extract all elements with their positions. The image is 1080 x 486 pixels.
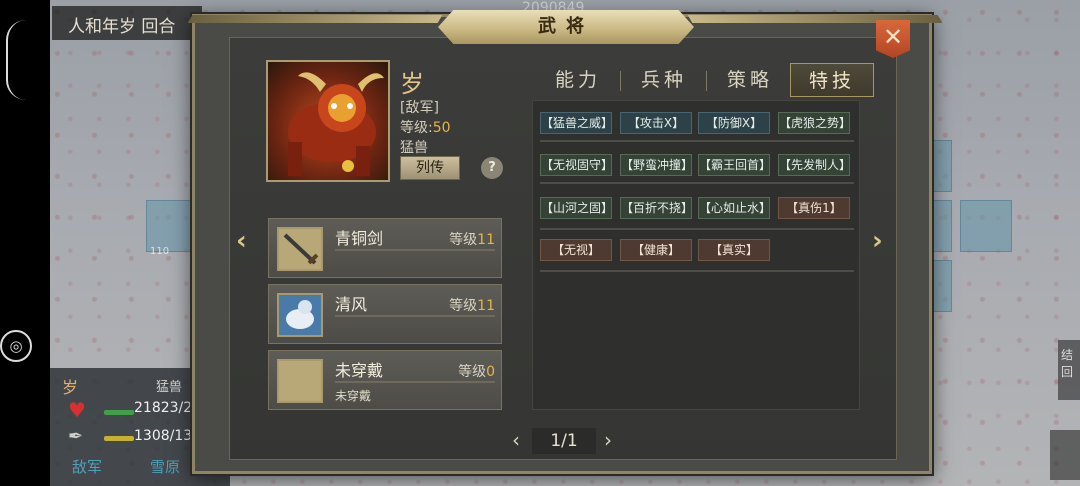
next-general-arrow[interactable]: ›: [872, 226, 883, 256]
unit-terrain: 雪原: [150, 458, 181, 476]
skill-tag[interactable]: 【防御X】: [698, 112, 770, 134]
page-indicator: 1/1: [532, 428, 596, 454]
tab-special-skill[interactable]: 特技: [790, 63, 874, 97]
equipment-name: 青铜剑: [335, 229, 384, 248]
hero-name: 岁: [400, 70, 424, 98]
tab-ability[interactable]: 能力: [538, 63, 618, 97]
title-ornament-left: [187, 15, 443, 23]
page-next-arrow[interactable]: ›: [604, 428, 612, 452]
dialog-title: 武将: [438, 10, 694, 44]
equipment-level: 等级0: [458, 364, 495, 380]
skill-tag[interactable]: 【山河之固】: [540, 197, 613, 219]
hero-level: 等级:50: [400, 117, 451, 137]
mp-bar: [104, 436, 134, 441]
skill-tag[interactable]: 【真伤1】: [778, 197, 850, 219]
equipment-name: 未穿戴: [335, 361, 384, 380]
unit-faction: 敌军: [72, 458, 103, 476]
skill-tag[interactable]: 【健康】: [620, 239, 692, 261]
hero-type: 猛兽: [400, 140, 428, 156]
prev-general-arrow[interactable]: ‹: [236, 226, 247, 256]
skill-tag[interactable]: 【无视固守】: [540, 154, 613, 176]
equipment-exp-bar: [335, 381, 495, 383]
left-system-bar: ◎: [0, 0, 50, 486]
horse-icon: [277, 293, 323, 337]
feather-icon: ✒: [68, 426, 84, 447]
biography-button[interactable]: 列传: [400, 156, 460, 180]
equipment-level: 等级11: [449, 298, 495, 314]
hero-level-label: 等级:: [400, 120, 433, 136]
end-turn-button[interactable]: 结回: [1058, 340, 1080, 400]
skill-tag[interactable]: 【真实】: [698, 239, 770, 261]
unit-type: 猛兽: [156, 380, 183, 395]
equipment-level: 等级11: [449, 232, 495, 248]
tab-strategy[interactable]: 策略: [710, 63, 790, 97]
equipment-status: 未穿戴: [335, 389, 372, 403]
page-prev-arrow[interactable]: ‹: [512, 428, 520, 452]
help-button[interactable]: ?: [481, 157, 503, 179]
hero-level-value: 50: [432, 120, 451, 136]
tab-bar: 能力 兵种 策略 特技: [534, 63, 874, 97]
map-tile: [960, 200, 1012, 252]
skill-row-divider: [540, 228, 854, 230]
map-tile: [146, 200, 198, 252]
skill-tag[interactable]: 【先发制人】: [778, 154, 851, 176]
skill-row-divider: [540, 270, 854, 272]
tab-troop-type[interactable]: 兵种: [624, 63, 704, 97]
beast-portrait-icon: [288, 72, 384, 176]
equipment-name: 清风: [335, 295, 368, 314]
skill-row-divider: [540, 182, 854, 184]
close-x-icon: ✕: [882, 23, 904, 51]
hero-portrait: [266, 60, 390, 182]
tab-divider: [706, 71, 707, 91]
skill-tag[interactable]: 【百折不挠】: [620, 197, 693, 219]
equipment-slot-armor[interactable]: 未穿戴 等级0 未穿戴: [268, 350, 502, 410]
menu-edge-button[interactable]: [1050, 430, 1080, 480]
bracket-icon: [6, 20, 32, 100]
skill-tag[interactable]: 【霸王回首】: [698, 154, 771, 176]
unit-name: 岁: [62, 378, 79, 397]
hero-faction: [敌军]: [400, 100, 439, 116]
hp-bar: [104, 410, 134, 415]
bronze-sword-icon: [277, 227, 323, 271]
skill-row-divider: [540, 140, 854, 142]
skill-tag[interactable]: 【心如止水】: [698, 197, 771, 219]
heart-icon: ♥: [68, 398, 86, 422]
equipment-exp-bar: [335, 315, 495, 317]
tab-divider: [620, 71, 621, 91]
skill-tag[interactable]: 【虎狼之势】: [778, 112, 851, 134]
empty-slot-icon: [277, 359, 323, 403]
tile-number: 110: [150, 246, 170, 257]
app-circle-icon[interactable]: ◎: [0, 330, 32, 362]
skill-tag[interactable]: 【攻击X】: [620, 112, 692, 134]
skill-tag[interactable]: 【猛兽之威】: [540, 112, 613, 134]
turn-info: 人和年岁 回合: [52, 6, 202, 40]
skill-tag[interactable]: 【无视】: [540, 239, 612, 261]
skill-tag[interactable]: 【野蛮冲撞】: [620, 154, 693, 176]
equipment-slot-mount[interactable]: 清风 等级11: [268, 284, 502, 344]
equipment-slot-weapon[interactable]: 青铜剑 等级11: [268, 218, 502, 278]
close-button[interactable]: ✕: [876, 20, 910, 58]
equipment-exp-bar: [335, 249, 495, 251]
